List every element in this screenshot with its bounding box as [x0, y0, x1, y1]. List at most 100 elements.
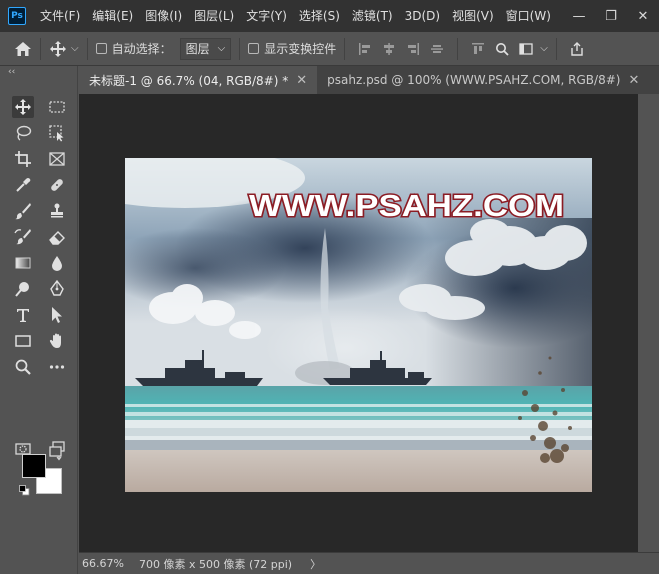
lasso-tool[interactable]	[12, 122, 34, 144]
eraser-tool[interactable]	[46, 226, 68, 248]
auto-select-target-dropdown[interactable]: 图层 ⌵	[179, 37, 232, 60]
document-info: 700 像素 x 500 像素 (72 ppi)	[139, 557, 293, 571]
align-left-icon[interactable]	[358, 42, 372, 56]
dodge-tool[interactable]	[12, 278, 34, 300]
align-center-icon[interactable]	[382, 42, 396, 56]
share-button[interactable]	[565, 32, 589, 66]
frame-icon	[49, 152, 65, 166]
status-bar: 66.67% 700 像素 x 500 像素 (72 ppi) 〉	[79, 552, 659, 574]
chevron-down-icon: ⌵	[540, 43, 548, 54]
document-workspace[interactable]: WWW.PSAHZ.COM	[79, 94, 638, 552]
hand-tool[interactable]	[46, 330, 68, 352]
align-top-button[interactable]	[466, 32, 490, 66]
path-selection-tool[interactable]	[46, 304, 68, 326]
close-icon[interactable]: ✕	[296, 73, 307, 88]
collapse-panel-button[interactable]: ‹‹	[8, 67, 15, 77]
menu-select[interactable]: 选择(S)	[293, 0, 346, 32]
eyedropper-tool[interactable]	[12, 174, 34, 196]
eyedropper-icon	[16, 178, 31, 192]
object-selection-tool[interactable]	[46, 122, 68, 144]
hand-icon	[49, 333, 61, 348]
move-icon	[15, 99, 31, 115]
gradient-icon	[15, 257, 31, 269]
arrow-pointer-icon	[52, 307, 62, 323]
vertical-scrollbar[interactable]	[638, 94, 659, 552]
crop-tool[interactable]	[12, 148, 34, 170]
zoom-level-field[interactable]: 66.67%	[79, 557, 131, 570]
share-icon	[571, 41, 583, 56]
move-tool-preset[interactable]: ⌵	[49, 32, 79, 66]
menu-edit[interactable]: 编辑(E)	[86, 0, 139, 32]
menu-image[interactable]: 图像(I)	[139, 0, 188, 32]
edit-toolbar-button[interactable]	[46, 356, 68, 378]
history-brush-tool[interactable]	[12, 226, 34, 248]
options-divider	[239, 37, 241, 60]
minimize-button[interactable]: —	[563, 0, 595, 32]
tab-label: 未标题-1 @ 66.7% (04, RGB/8#) *	[89, 73, 289, 88]
show-transform-checkbox[interactable]	[248, 43, 260, 54]
options-bar: ⌵ 自动选择： 图层 ⌵ 显示变换控件 ⌵	[0, 32, 659, 66]
rectangle-marquee-icon	[49, 101, 65, 113]
options-divider	[86, 37, 88, 60]
home-button[interactable]	[14, 32, 32, 66]
stamp-icon	[51, 203, 63, 218]
healing-brush-tool[interactable]	[46, 174, 68, 196]
default-colors-icon[interactable]	[19, 485, 30, 496]
align-buttons	[353, 32, 449, 66]
pen-icon	[50, 280, 64, 296]
frame-tool[interactable]	[46, 148, 68, 170]
screen-mode-button[interactable]	[46, 438, 68, 460]
tab-label: psahz.psd @ 100% (WWW.PSAHZ.COM, RGB/8#)	[327, 73, 621, 87]
lasso-icon	[16, 125, 32, 141]
chevron-right-icon[interactable]: 〉	[310, 556, 321, 572]
options-divider	[555, 37, 557, 60]
screen-mode-icon	[49, 441, 65, 457]
search-icon	[496, 42, 509, 56]
menu-window[interactable]: 窗口(W)	[500, 0, 557, 32]
marquee-tool[interactable]	[46, 96, 68, 118]
foreground-color-swatch[interactable]	[22, 454, 46, 478]
align-middle-icon[interactable]	[430, 42, 444, 56]
photoshop-logo-icon[interactable]: Ps	[8, 7, 26, 25]
zoom-tool[interactable]	[12, 356, 34, 378]
close-icon[interactable]: ✕	[628, 73, 639, 88]
menu-3d[interactable]: 3D(D)	[399, 0, 446, 32]
more-icon	[49, 365, 65, 369]
menu-bar: Ps 文件(F) 编辑(E) 图像(I) 图层(L) 文字(Y) 选择(S) 滤…	[0, 0, 659, 32]
tools-panel: ‹‹	[0, 66, 78, 574]
menu-file[interactable]: 文件(F)	[34, 0, 86, 32]
brush-tool[interactable]	[12, 200, 34, 222]
search-button[interactable]	[490, 32, 514, 66]
show-transform-toggle[interactable]: 显示变换控件	[248, 32, 336, 66]
auto-select-checkbox[interactable]	[95, 43, 107, 54]
tab-untitled-1[interactable]: 未标题-1 @ 66.7% (04, RGB/8#) * ✕	[79, 66, 318, 94]
close-button[interactable]: ✕	[627, 0, 659, 32]
menu-filter[interactable]: 滤镜(T)	[346, 0, 399, 32]
gradient-tool[interactable]	[12, 252, 34, 274]
object-selection-icon	[49, 125, 64, 142]
dodge-icon	[15, 282, 29, 297]
type-tool[interactable]	[12, 304, 34, 326]
rectangle-tool[interactable]	[12, 330, 34, 352]
home-icon	[15, 41, 31, 56]
tab-psahz-psd[interactable]: psahz.psd @ 100% (WWW.PSAHZ.COM, RGB/8#)…	[317, 66, 650, 94]
menu-view[interactable]: 视图(V)	[446, 0, 500, 32]
workspace-icon	[519, 42, 533, 55]
options-divider	[457, 37, 459, 60]
auto-select-toggle[interactable]: 自动选择：	[95, 32, 172, 66]
move-tool[interactable]	[12, 96, 34, 118]
type-icon	[17, 309, 29, 322]
menu-list: 文件(F) 编辑(E) 图像(I) 图层(L) 文字(Y) 选择(S) 滤镜(T…	[34, 0, 581, 32]
menu-type[interactable]: 文字(Y)	[240, 0, 293, 32]
document-canvas[interactable]: WWW.PSAHZ.COM	[125, 158, 592, 492]
photoshop-window: Ps 文件(F) 编辑(E) 图像(I) 图层(L) 文字(Y) 选择(S) 滤…	[0, 0, 659, 574]
align-right-icon[interactable]	[406, 42, 420, 56]
pen-tool[interactable]	[46, 278, 68, 300]
workspace-button[interactable]: ⌵	[514, 32, 548, 66]
canvas-watermark: WWW.PSAHZ.COM	[249, 188, 564, 223]
restore-button[interactable]: ❐	[595, 0, 627, 32]
clone-stamp-tool[interactable]	[46, 200, 68, 222]
menu-layer[interactable]: 图层(L)	[188, 0, 240, 32]
blur-tool[interactable]	[46, 252, 68, 274]
show-transform-label: 显示变换控件	[264, 42, 337, 56]
